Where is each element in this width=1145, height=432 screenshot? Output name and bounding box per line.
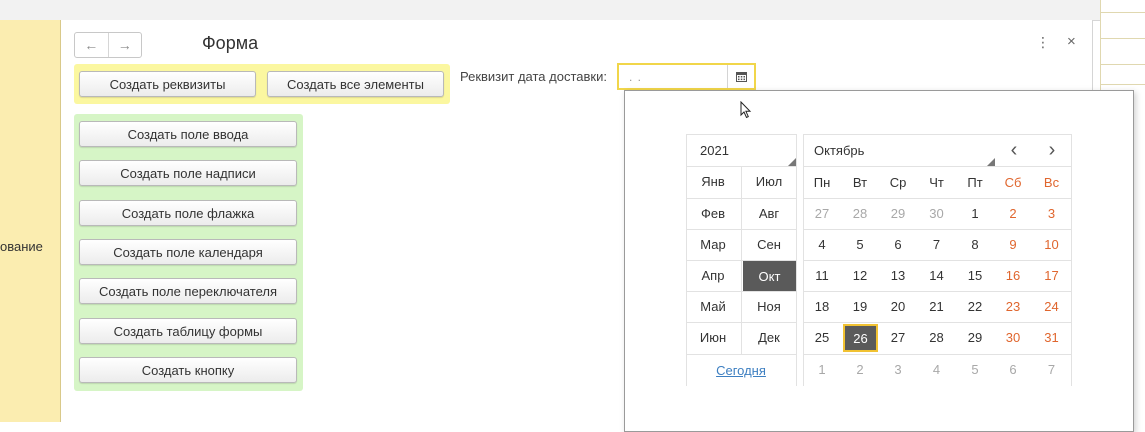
month-item[interactable]: Ноя	[742, 291, 796, 322]
month-item[interactable]: Май	[686, 291, 740, 322]
forward-button[interactable]: →	[107, 33, 142, 57]
more-icon[interactable]: ⋮	[1036, 34, 1050, 51]
create-button-button[interactable]: Создать кнопку	[79, 357, 297, 383]
dropdown-corner-icon	[788, 158, 796, 166]
day-cell[interactable]: 15	[956, 260, 994, 291]
close-icon[interactable]: ×	[1067, 33, 1076, 50]
day-cell[interactable]: 7	[1032, 354, 1071, 385]
day-cell[interactable]: 11	[803, 260, 841, 291]
day-cell[interactable]: 1	[803, 354, 841, 385]
month-item[interactable]: Июл	[742, 166, 796, 197]
day-cell[interactable]: 17	[1032, 260, 1071, 291]
mouse-cursor-icon	[740, 101, 752, 119]
day-cell[interactable]: 8	[956, 229, 994, 260]
day-cell[interactable]: 14	[917, 260, 956, 291]
background-window-edge	[1100, 0, 1145, 92]
create-checkbox-field-button[interactable]: Создать поле флажка	[79, 200, 297, 226]
day-cell[interactable]: 29	[956, 322, 994, 353]
day-cell[interactable]: 24	[1032, 291, 1071, 322]
month-item[interactable]: Авг	[742, 198, 796, 229]
day-cell[interactable]: 1	[956, 198, 994, 229]
arrow-right-icon: →	[117, 37, 132, 53]
prev-month-button[interactable]: ‹	[995, 134, 1033, 166]
day-cell[interactable]: 5	[956, 354, 994, 385]
create-input-field-button[interactable]: Создать поле ввода	[79, 121, 297, 147]
month-item[interactable]: Дек	[742, 322, 796, 353]
weekday-header: Вт	[852, 174, 868, 190]
day-cell[interactable]: 6	[994, 354, 1032, 385]
day-cell[interactable]: 21	[917, 291, 956, 322]
next-month-button[interactable]: ›	[1033, 134, 1071, 166]
day-cell[interactable]: 5	[841, 229, 879, 260]
day-cell[interactable]: 3	[879, 354, 917, 385]
month-item[interactable]: Апр	[686, 260, 740, 291]
month-item[interactable]: Окт	[743, 261, 796, 291]
create-label-field-button[interactable]: Создать поле надписи	[79, 160, 297, 186]
delivery-date-value[interactable]: . .	[629, 70, 642, 84]
day-cell[interactable]: 27	[803, 198, 841, 229]
day-cell[interactable]: 3	[1032, 198, 1071, 229]
delivery-date-label: Реквизит дата доставки:	[460, 69, 607, 84]
top-strip	[0, 0, 1145, 21]
day-cell[interactable]: 22	[956, 291, 994, 322]
day-cell[interactable]: 31	[1032, 322, 1071, 353]
day-cell[interactable]: 7	[917, 229, 956, 260]
day-cell[interactable]: 18	[803, 291, 841, 322]
day-cell[interactable]: 28	[841, 198, 879, 229]
day-cell[interactable]: 13	[879, 260, 917, 291]
month-item[interactable]: Мар	[686, 229, 740, 260]
calendar-button[interactable]	[727, 65, 754, 88]
create-attributes-button[interactable]: Создать реквизиты	[79, 71, 256, 97]
background-panel-label: ование	[0, 239, 43, 254]
weekday-header: Чт	[929, 174, 944, 190]
day-cell[interactable]: 4	[917, 354, 956, 385]
weekday-header: Сб	[1004, 174, 1022, 190]
day-cell[interactable]: 27	[879, 322, 917, 353]
weekday-header: Пн	[813, 174, 831, 190]
day-cell[interactable]: 16	[994, 260, 1032, 291]
month-item[interactable]: Сен	[742, 229, 796, 260]
delivery-date-field[interactable]: . .	[617, 63, 756, 90]
calendar-icon	[735, 72, 747, 82]
month-item[interactable]: Янв	[686, 166, 740, 197]
day-cell[interactable]: 6	[879, 229, 917, 260]
day-cell[interactable]: 19	[841, 291, 879, 322]
weekday-header: Пт	[967, 174, 983, 190]
month-item[interactable]: Июн	[686, 322, 740, 353]
create-switch-field-button[interactable]: Создать поле переключателя	[79, 278, 297, 304]
day-cell[interactable]: 25	[803, 322, 841, 353]
background-panel: ование	[0, 20, 61, 422]
today-link[interactable]: Сегодня	[686, 354, 796, 386]
day-cell[interactable]: 26	[843, 324, 878, 352]
day-cell[interactable]: 23	[994, 291, 1032, 322]
day-cell[interactable]: 2	[994, 198, 1032, 229]
create-form-table-button[interactable]: Создать таблицу формы	[79, 318, 297, 344]
day-cell[interactable]: 28	[917, 322, 956, 353]
weekday-header: Вс	[1043, 174, 1060, 190]
day-cell[interactable]: 10	[1032, 229, 1071, 260]
arrow-left-icon: ←	[84, 37, 99, 53]
day-cell[interactable]: 30	[917, 198, 956, 229]
day-cell[interactable]: 29	[879, 198, 917, 229]
day-cell[interactable]: 4	[803, 229, 841, 260]
grid-line	[796, 134, 797, 386]
day-cell[interactable]: 20	[879, 291, 917, 322]
day-cell[interactable]: 12	[841, 260, 879, 291]
form-title: Форма	[202, 33, 259, 53]
back-button[interactable]: ←	[75, 33, 108, 57]
month-item[interactable]: Фев	[686, 198, 740, 229]
day-cell[interactable]: 30	[994, 322, 1032, 353]
day-cell[interactable]: 9	[994, 229, 1032, 260]
weekday-header: Ср	[889, 174, 907, 190]
create-all-elements-button[interactable]: Создать все элементы	[267, 71, 444, 97]
dropdown-corner-icon	[987, 158, 995, 166]
month-selector[interactable]: Октябрь	[803, 134, 995, 166]
grid-line	[1071, 134, 1072, 386]
day-cell[interactable]: 2	[841, 354, 879, 385]
year-selector[interactable]: 2021	[686, 134, 796, 166]
navigation-buttons: ← →	[74, 32, 142, 58]
create-calendar-field-button[interactable]: Создать поле календаря	[79, 239, 297, 265]
